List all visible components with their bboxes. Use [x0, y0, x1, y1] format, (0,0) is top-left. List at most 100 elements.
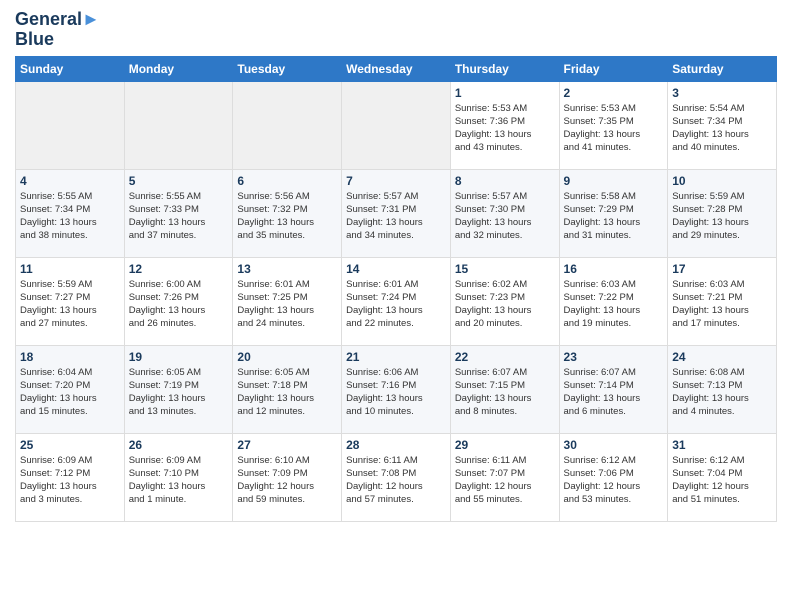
day-number: 5 [129, 174, 229, 188]
day-number: 21 [346, 350, 446, 364]
weekday-header: Thursday [450, 56, 559, 81]
cell-content: Sunrise: 5:58 AM Sunset: 7:29 PM Dayligh… [564, 190, 664, 243]
day-number: 30 [564, 438, 664, 452]
calendar-week-row: 11 Sunrise: 5:59 AM Sunset: 7:27 PM Dayli… [16, 257, 777, 345]
cell-content: Sunrise: 5:55 AM Sunset: 7:33 PM Dayligh… [129, 190, 229, 243]
cell-content: Sunrise: 6:01 AM Sunset: 7:24 PM Dayligh… [346, 278, 446, 331]
day-number: 26 [129, 438, 229, 452]
cell-content: Sunrise: 6:10 AM Sunset: 7:09 PM Dayligh… [237, 454, 337, 507]
calendar-cell [16, 81, 125, 169]
calendar-cell: 26 Sunrise: 6:09 AM Sunset: 7:10 PM Dayli… [124, 433, 233, 521]
day-number: 7 [346, 174, 446, 188]
day-number: 15 [455, 262, 555, 276]
cell-content: Sunrise: 6:08 AM Sunset: 7:13 PM Dayligh… [672, 366, 772, 419]
weekday-header: Saturday [668, 56, 777, 81]
day-number: 27 [237, 438, 337, 452]
cell-content: Sunrise: 6:05 AM Sunset: 7:19 PM Dayligh… [129, 366, 229, 419]
calendar-cell: 21 Sunrise: 6:06 AM Sunset: 7:16 PM Dayli… [342, 345, 451, 433]
cell-content: Sunrise: 5:59 AM Sunset: 7:28 PM Dayligh… [672, 190, 772, 243]
day-number: 28 [346, 438, 446, 452]
calendar-cell: 4Sunrise: 5:55 AM Sunset: 7:34 PM Daylig… [16, 169, 125, 257]
calendar-cell: 11 Sunrise: 5:59 AM Sunset: 7:27 PM Dayli… [16, 257, 125, 345]
day-number: 3 [672, 86, 772, 100]
cell-content: Sunrise: 5:55 AM Sunset: 7:34 PM Dayligh… [20, 190, 120, 243]
weekday-header: Sunday [16, 56, 125, 81]
weekday-header: Tuesday [233, 56, 342, 81]
cell-content: Sunrise: 5:57 AM Sunset: 7:31 PM Dayligh… [346, 190, 446, 243]
logo: General►Blue [15, 10, 100, 50]
cell-content: Sunrise: 6:03 AM Sunset: 7:21 PM Dayligh… [672, 278, 772, 331]
day-number: 20 [237, 350, 337, 364]
calendar-cell: 2 Sunrise: 5:53 AM Sunset: 7:35 PM Daylig… [559, 81, 668, 169]
calendar-cell: 20 Sunrise: 6:05 AM Sunset: 7:18 PM Dayli… [233, 345, 342, 433]
calendar-cell: 15 Sunrise: 6:02 AM Sunset: 7:23 PM Dayli… [450, 257, 559, 345]
calendar-cell [124, 81, 233, 169]
calendar-cell: 28 Sunrise: 6:11 AM Sunset: 7:08 PM Dayli… [342, 433, 451, 521]
calendar-cell: 9Sunrise: 5:58 AM Sunset: 7:29 PM Daylig… [559, 169, 668, 257]
calendar-cell: 23Sunrise: 6:07 AM Sunset: 7:14 PM Dayli… [559, 345, 668, 433]
cell-content: Sunrise: 6:12 AM Sunset: 7:04 PM Dayligh… [672, 454, 772, 507]
day-number: 31 [672, 438, 772, 452]
cell-content: Sunrise: 6:09 AM Sunset: 7:12 PM Dayligh… [20, 454, 120, 507]
calendar-cell: 5 Sunrise: 5:55 AM Sunset: 7:33 PM Daylig… [124, 169, 233, 257]
day-number: 14 [346, 262, 446, 276]
calendar-cell: 29 Sunrise: 6:11 AM Sunset: 7:07 PM Dayli… [450, 433, 559, 521]
day-number: 16 [564, 262, 664, 276]
day-number: 6 [237, 174, 337, 188]
calendar-cell [342, 81, 451, 169]
logo-text: General►Blue [15, 10, 100, 50]
weekday-header: Friday [559, 56, 668, 81]
cell-content: Sunrise: 6:09 AM Sunset: 7:10 PM Dayligh… [129, 454, 229, 507]
calendar-week-row: 25 Sunrise: 6:09 AM Sunset: 7:12 PM Dayli… [16, 433, 777, 521]
calendar-cell: 6 Sunrise: 5:56 AM Sunset: 7:32 PM Daylig… [233, 169, 342, 257]
calendar-cell: 22Sunrise: 6:07 AM Sunset: 7:15 PM Dayli… [450, 345, 559, 433]
calendar-cell: 31 Sunrise: 6:12 AM Sunset: 7:04 PM Dayli… [668, 433, 777, 521]
calendar-cell: 24 Sunrise: 6:08 AM Sunset: 7:13 PM Dayli… [668, 345, 777, 433]
calendar-cell: 14 Sunrise: 6:01 AM Sunset: 7:24 PM Dayli… [342, 257, 451, 345]
calendar-cell: 12Sunrise: 6:00 AM Sunset: 7:26 PM Dayli… [124, 257, 233, 345]
cell-content: Sunrise: 5:53 AM Sunset: 7:35 PM Dayligh… [564, 102, 664, 155]
cell-content: Sunrise: 6:04 AM Sunset: 7:20 PM Dayligh… [20, 366, 120, 419]
day-number: 24 [672, 350, 772, 364]
day-number: 18 [20, 350, 120, 364]
calendar-cell: 19 Sunrise: 6:05 AM Sunset: 7:19 PM Dayli… [124, 345, 233, 433]
cell-content: Sunrise: 6:05 AM Sunset: 7:18 PM Dayligh… [237, 366, 337, 419]
weekday-header: Wednesday [342, 56, 451, 81]
day-number: 11 [20, 262, 120, 276]
calendar-cell: 17 Sunrise: 6:03 AM Sunset: 7:21 PM Dayli… [668, 257, 777, 345]
day-number: 2 [564, 86, 664, 100]
cell-content: Sunrise: 5:59 AM Sunset: 7:27 PM Dayligh… [20, 278, 120, 331]
day-number: 23 [564, 350, 664, 364]
day-number: 13 [237, 262, 337, 276]
calendar-cell: 3 Sunrise: 5:54 AM Sunset: 7:34 PM Daylig… [668, 81, 777, 169]
cell-content: Sunrise: 5:56 AM Sunset: 7:32 PM Dayligh… [237, 190, 337, 243]
calendar-cell: 27 Sunrise: 6:10 AM Sunset: 7:09 PM Dayli… [233, 433, 342, 521]
calendar-cell: 30 Sunrise: 6:12 AM Sunset: 7:06 PM Dayli… [559, 433, 668, 521]
page-header: General►Blue [15, 10, 777, 50]
cell-content: Sunrise: 6:06 AM Sunset: 7:16 PM Dayligh… [346, 366, 446, 419]
weekday-header: Monday [124, 56, 233, 81]
day-number: 25 [20, 438, 120, 452]
cell-content: Sunrise: 6:03 AM Sunset: 7:22 PM Dayligh… [564, 278, 664, 331]
calendar-week-row: 1Sunrise: 5:53 AM Sunset: 7:36 PM Daylig… [16, 81, 777, 169]
cell-content: Sunrise: 5:57 AM Sunset: 7:30 PM Dayligh… [455, 190, 555, 243]
calendar-table: SundayMondayTuesdayWednesdayThursdayFrid… [15, 56, 777, 522]
calendar-cell: 1Sunrise: 5:53 AM Sunset: 7:36 PM Daylig… [450, 81, 559, 169]
calendar-cell: 16 Sunrise: 6:03 AM Sunset: 7:22 PM Dayli… [559, 257, 668, 345]
cell-content: Sunrise: 5:54 AM Sunset: 7:34 PM Dayligh… [672, 102, 772, 155]
calendar-cell: 18 Sunrise: 6:04 AM Sunset: 7:20 PM Dayli… [16, 345, 125, 433]
day-number: 19 [129, 350, 229, 364]
day-number: 10 [672, 174, 772, 188]
cell-content: Sunrise: 6:12 AM Sunset: 7:06 PM Dayligh… [564, 454, 664, 507]
day-number: 8 [455, 174, 555, 188]
day-number: 29 [455, 438, 555, 452]
cell-content: Sunrise: 6:11 AM Sunset: 7:08 PM Dayligh… [346, 454, 446, 507]
calendar-cell: 13Sunrise: 6:01 AM Sunset: 7:25 PM Dayli… [233, 257, 342, 345]
calendar-header: SundayMondayTuesdayWednesdayThursdayFrid… [16, 56, 777, 81]
calendar-cell: 8 Sunrise: 5:57 AM Sunset: 7:30 PM Daylig… [450, 169, 559, 257]
day-number: 17 [672, 262, 772, 276]
cell-content: Sunrise: 6:00 AM Sunset: 7:26 PM Dayligh… [129, 278, 229, 331]
calendar-cell: 25 Sunrise: 6:09 AM Sunset: 7:12 PM Dayli… [16, 433, 125, 521]
cell-content: Sunrise: 6:11 AM Sunset: 7:07 PM Dayligh… [455, 454, 555, 507]
cell-content: Sunrise: 6:02 AM Sunset: 7:23 PM Dayligh… [455, 278, 555, 331]
